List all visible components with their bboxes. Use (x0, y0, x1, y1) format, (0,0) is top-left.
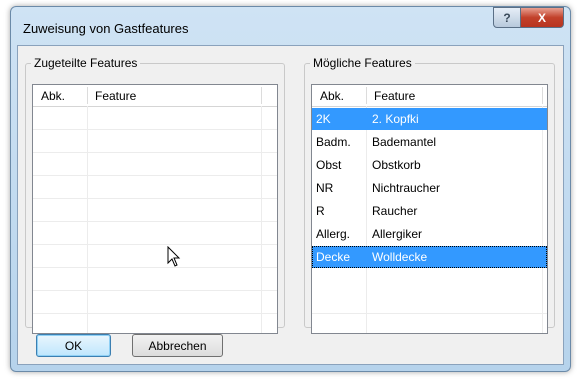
close-button[interactable]: X (521, 7, 564, 28)
available-features-group: Mögliche Features Abk. Feature 2K 2. Kop… (304, 56, 555, 334)
feature-abbr: NR (316, 181, 334, 195)
dialog-body: Zugeteilte Features Abk. Feature Möglich… (17, 45, 564, 365)
available-features-list[interactable]: Abk. Feature 2K 2. Kopfki Badm. Bademant… (311, 84, 548, 334)
column-header-abbr[interactable]: Abk. (320, 89, 344, 103)
feature-abbr: 2K (316, 112, 331, 126)
feature-abbr: R (316, 204, 325, 218)
assigned-features-group: Zugeteilte Features Abk. Feature (25, 56, 285, 334)
feature-abbr: Decke (316, 250, 351, 264)
available-features-legend: Mögliche Features (313, 56, 412, 70)
title-bar[interactable]: Zuweisung von Gastfeatures ? X (11, 7, 570, 43)
feature-name: Nichtraucher (372, 181, 441, 195)
feature-abbr: Obst (316, 158, 342, 172)
assigned-features-list[interactable]: Abk. Feature (32, 84, 278, 334)
mouse-cursor-icon (167, 246, 181, 267)
feature-name: Obstkorb (372, 158, 421, 172)
column-header-feature[interactable]: Feature (95, 89, 136, 103)
list-item[interactable]: Decke Wolldecke (312, 246, 547, 268)
list-item[interactable]: NR Nichtraucher (312, 177, 547, 199)
feature-assignment-dialog: Zuweisung von Gastfeatures ? X Zugeteilt… (10, 6, 571, 372)
cancel-button[interactable]: Abbrechen (132, 334, 223, 357)
column-header-feature[interactable]: Feature (374, 89, 415, 103)
column-header-abbr[interactable]: Abk. (41, 89, 65, 103)
ok-button[interactable]: OK (36, 334, 111, 357)
list-item[interactable]: Obst Obstkorb (312, 154, 547, 176)
window-buttons: ? X (493, 7, 564, 28)
feature-name: Raucher (372, 204, 418, 218)
assigned-features-legend: Zugeteilte Features (34, 56, 138, 70)
assigned-features-header: Abk. Feature (33, 85, 277, 107)
feature-abbr: Badm. (316, 135, 351, 149)
feature-name: Wolldecke (372, 250, 428, 264)
dialog-title: Zuweisung von Gastfeatures (23, 21, 189, 36)
feature-name: 2. Kopfki (372, 112, 419, 126)
available-features-header: Abk. Feature (312, 85, 547, 107)
help-button[interactable]: ? (493, 7, 521, 28)
list-item[interactable]: 2K 2. Kopfki (312, 108, 547, 130)
list-item[interactable]: R Raucher (312, 200, 547, 222)
list-item[interactable]: Allerg. Allergiker (312, 223, 547, 245)
feature-name: Bademantel (372, 135, 437, 149)
help-icon: ? (503, 10, 511, 25)
close-icon: X (537, 10, 546, 25)
feature-name: Allergiker (372, 227, 423, 241)
feature-abbr: Allerg. (316, 227, 351, 241)
list-item[interactable]: Badm. Bademantel (312, 131, 547, 153)
